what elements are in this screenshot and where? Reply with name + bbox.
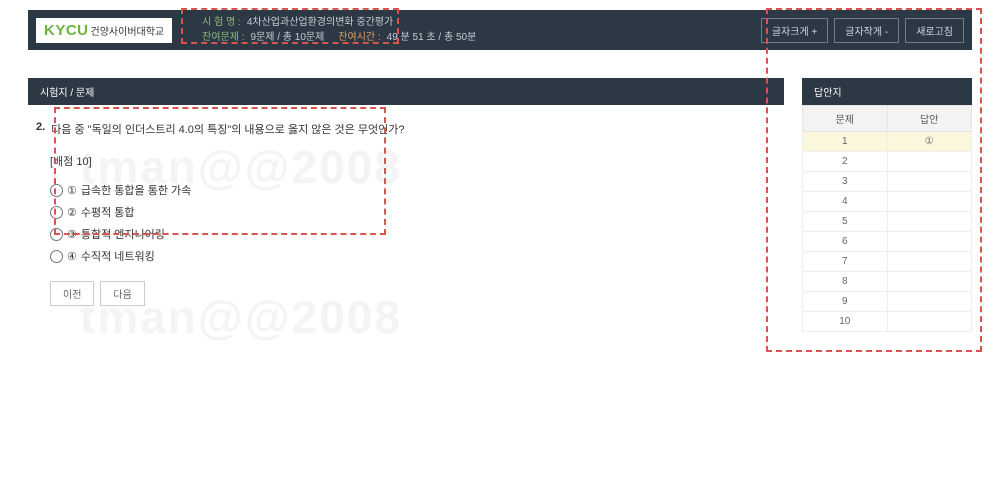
option-2[interactable]: ② 수평적 통합: [50, 201, 776, 223]
answer-row-num: 5: [803, 212, 888, 232]
answer-row-num: 9: [803, 292, 888, 312]
answer-row-num: 10: [803, 312, 888, 332]
font-decrease-button[interactable]: 글자작게 -: [834, 18, 899, 43]
answer-row-num: 1: [803, 132, 888, 152]
table-row[interactable]: 7: [803, 252, 972, 272]
answer-row-val: [887, 172, 972, 192]
logo-main: KYCU: [44, 22, 89, 39]
table-row[interactable]: 9: [803, 292, 972, 312]
next-button[interactable]: 다음: [100, 281, 144, 306]
table-row[interactable]: 1①: [803, 132, 972, 152]
remaining-time-value: 49 분 51 초 / 총 50분: [387, 30, 477, 45]
option-4[interactable]: ④ 수직적 네트워킹: [50, 245, 776, 267]
answer-table: 문제 답안 1①2345678910: [802, 105, 972, 332]
answer-row-val: [887, 212, 972, 232]
option-1[interactable]: ① 급속한 통합을 통한 가속: [50, 179, 776, 201]
question-text: 다음 중 "독일의 인더스트리 4.0의 특징"의 내용으로 옳지 않은 것은 …: [51, 121, 404, 137]
main-column: 시험지 / 문제 2. 다음 중 "독일의 인더스트리 4.0의 특징"의 내용…: [28, 78, 784, 332]
question-number: 2.: [36, 121, 45, 137]
answer-col-a: 답안: [887, 106, 972, 132]
table-row[interactable]: 10: [803, 312, 972, 332]
answer-row-val: [887, 312, 972, 332]
refresh-button[interactable]: 새로고침: [905, 18, 964, 43]
option-text: 급속한 통합을 통한 가속: [81, 182, 191, 198]
prev-button[interactable]: 이전: [50, 281, 94, 306]
remaining-q-value: 9문제 / 총 10문제: [250, 30, 324, 45]
option-radio[interactable]: [50, 228, 63, 241]
option-marker: ④: [67, 250, 77, 263]
option-marker: ②: [67, 206, 77, 219]
question-area: 2. 다음 중 "독일의 인더스트리 4.0의 특징"의 내용으로 옳지 않은 …: [28, 105, 784, 314]
answer-row-val: [887, 272, 972, 292]
logo: KYCU건양사이버대학교: [36, 18, 172, 43]
font-increase-button[interactable]: 글자크게 +: [761, 18, 828, 43]
table-row[interactable]: 3: [803, 172, 972, 192]
option-marker: ③: [67, 228, 77, 241]
top-header: KYCU건양사이버대학교 시 험 명 : 4차산업과산업환경의변화 중간평가 잔…: [28, 10, 972, 50]
question-points: [배점 10]: [50, 153, 776, 169]
option-radio[interactable]: [50, 206, 63, 219]
answer-row-val: ①: [887, 132, 972, 152]
exam-info: 시 험 명 : 4차산업과산업환경의변화 중간평가 잔여문제 : 9문제 / 총…: [202, 15, 761, 45]
answer-row-val: [887, 152, 972, 172]
option-radio[interactable]: [50, 250, 63, 263]
answer-row-val: [887, 192, 972, 212]
logo-sub: 건양사이버대학교: [91, 27, 165, 38]
option-text: 통합적 엔지니어링: [81, 226, 165, 242]
option-text: 수평적 통합: [81, 204, 135, 220]
exam-name-label: 시 험 명 :: [202, 15, 241, 30]
header-buttons: 글자크게 + 글자작게 - 새로고침: [761, 18, 964, 43]
options-list: ① 급속한 통합을 통한 가속 ② 수평적 통합 ③ 통합적 엔지니어링 ④ 수직적 네트워킹: [50, 179, 776, 267]
table-row[interactable]: 8: [803, 272, 972, 292]
answer-row-val: [887, 252, 972, 272]
remaining-q-label: 잔여문제 :: [202, 30, 244, 45]
answer-row-num: 6: [803, 232, 888, 252]
table-row[interactable]: 6: [803, 232, 972, 252]
remaining-time-label: 잔여시간 :: [338, 30, 380, 45]
exam-name-value: 4차산업과산업환경의변화 중간평가: [247, 15, 393, 30]
table-row[interactable]: 2: [803, 152, 972, 172]
table-row[interactable]: 5: [803, 212, 972, 232]
question-section-header: 시험지 / 문제: [28, 78, 784, 105]
answer-section-header: 답안지: [802, 78, 972, 105]
option-text: 수직적 네트워킹: [81, 248, 155, 264]
table-row[interactable]: 4: [803, 192, 972, 212]
option-3[interactable]: ③ 통합적 엔지니어링: [50, 223, 776, 245]
answer-row-val: [887, 292, 972, 312]
option-marker: ①: [67, 184, 77, 197]
answer-col-q: 문제: [803, 106, 888, 132]
answer-row-val: [887, 232, 972, 252]
answer-row-num: 2: [803, 152, 888, 172]
side-column: 답안지 문제 답안 1①2345678910: [802, 78, 972, 332]
answer-row-num: 7: [803, 252, 888, 272]
answer-row-num: 8: [803, 272, 888, 292]
option-radio[interactable]: [50, 184, 63, 197]
answer-row-num: 3: [803, 172, 888, 192]
answer-row-num: 4: [803, 192, 888, 212]
